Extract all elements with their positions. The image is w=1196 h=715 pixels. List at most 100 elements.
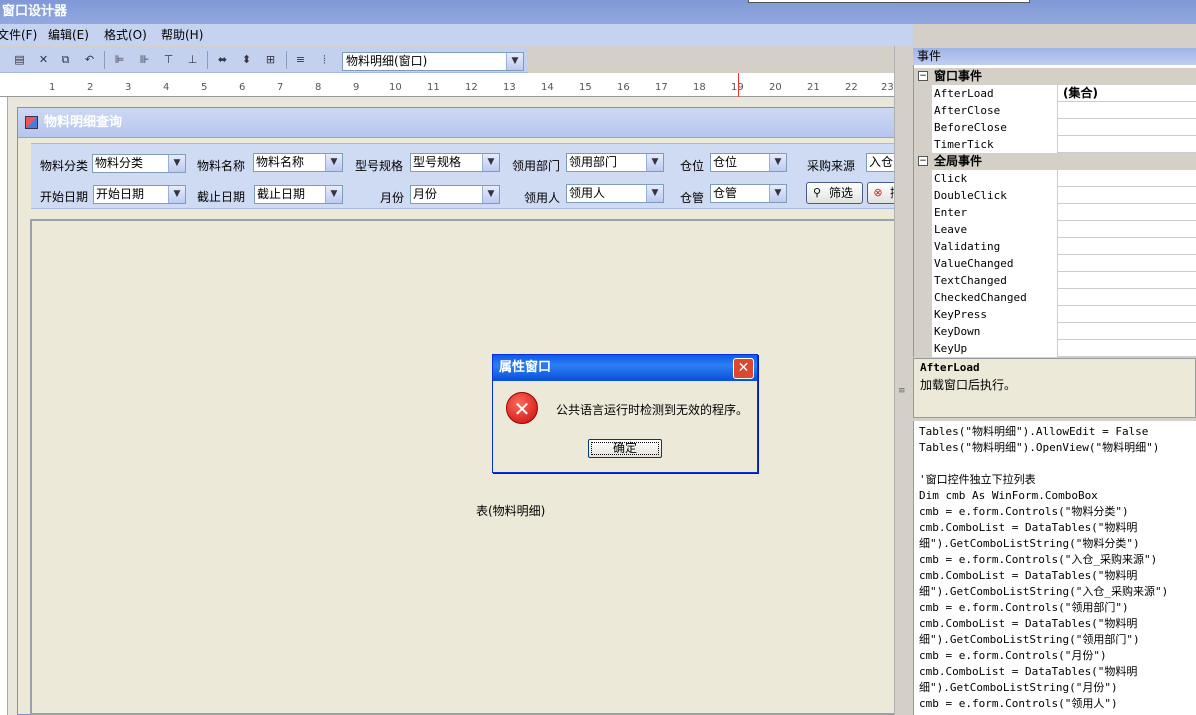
event-value[interactable] — [1059, 170, 1196, 187]
event-row-afterload[interactable]: AfterLoad (集合) — [914, 85, 1196, 102]
menu-format[interactable]: 格式(O) — [104, 24, 147, 46]
event-row-keyup[interactable]: KeyUp — [914, 340, 1196, 357]
combo-month[interactable]: 月份 ▼ — [410, 185, 500, 204]
combo-location[interactable]: 仓位 ▼ — [710, 153, 787, 172]
label-purchase-source: 采购来源 — [807, 159, 856, 173]
combo-recipient[interactable]: 领用人 ▼ — [566, 184, 664, 203]
data-grid[interactable] — [30, 219, 894, 715]
ruler-mark: 14 — [541, 82, 554, 93]
chevron-down-icon[interactable]: ▼ — [168, 155, 185, 172]
vertical-spacing-icon[interactable]: ≡ — [293, 52, 308, 67]
ruler-mark: 9 — [353, 82, 360, 93]
event-row-checkedchanged[interactable]: CheckedChanged — [914, 289, 1196, 306]
category-window-events[interactable]: − 窗口事件 — [914, 68, 1196, 85]
select-icon[interactable]: ▤ — [12, 52, 27, 67]
event-row-doubleclick[interactable]: DoubleClick — [914, 187, 1196, 204]
event-description-title: AfterLoad — [920, 361, 980, 374]
combo-end-date[interactable]: 截止日期 ▼ — [254, 185, 343, 204]
align-bottom-icon[interactable]: ⊥ — [185, 52, 200, 67]
event-row-timertick[interactable]: TimerTick — [914, 136, 1196, 153]
chevron-down-icon[interactable]: ▼ — [482, 154, 499, 171]
combo-purchase-source[interactable]: 入仓 — [866, 153, 894, 172]
ruler-mark: 23 — [881, 82, 894, 93]
combo-location-value: 仓位 — [713, 155, 738, 169]
collapse-icon[interactable]: − — [918, 156, 928, 166]
event-row-keydown[interactable]: KeyDown — [914, 323, 1196, 340]
combo-keeper[interactable]: 仓管 ▼ — [710, 184, 787, 203]
combo-recipient-value: 领用人 — [569, 186, 606, 200]
combo-material-name[interactable]: 物料名称 ▼ — [253, 153, 343, 172]
same-height-icon[interactable]: ⬍ — [239, 52, 254, 67]
chevron-down-icon[interactable]: ▼ — [769, 185, 786, 202]
splitter-grip-icon[interactable]: ≡ — [898, 386, 906, 398]
same-size-icon[interactable]: ⊞ — [263, 52, 278, 67]
combo-start-date[interactable]: 开始日期 ▼ — [93, 185, 186, 204]
chevron-down-icon[interactable]: ▼ — [168, 186, 185, 203]
event-value[interactable]: (集合) — [1059, 85, 1196, 102]
horizontal-spacing-icon[interactable]: ⦙ — [317, 52, 332, 67]
event-row-valuechanged[interactable]: ValueChanged — [914, 255, 1196, 272]
collapse-icon[interactable]: − — [918, 71, 928, 81]
event-name: KeyDown — [932, 323, 1058, 340]
close-icon[interactable]: ✕ — [733, 358, 754, 379]
event-value[interactable] — [1059, 136, 1196, 153]
event-value[interactable] — [1059, 204, 1196, 221]
chevron-down-icon[interactable]: ▼ — [646, 154, 663, 171]
combo-department[interactable]: 领用部门 ▼ — [566, 153, 664, 172]
combo-model[interactable]: 型号规格 ▼ — [410, 153, 500, 172]
label-start-date: 开始日期 — [40, 190, 89, 204]
chevron-down-icon[interactable]: ▼ — [482, 186, 499, 203]
code-line: cmb = e.form.Controls("月份") — [919, 649, 1107, 662]
splitter[interactable] — [894, 46, 913, 715]
align-right-icon[interactable]: ⊪ — [137, 52, 152, 67]
code-editor[interactable]: Tables("物料明细").AllowEdit = False Tables(… — [913, 421, 1196, 715]
category-global-events[interactable]: − 全局事件 — [914, 153, 1196, 170]
dialog-title-bar[interactable]: 属性窗口 — [493, 355, 757, 381]
event-row-click[interactable]: Click — [914, 170, 1196, 187]
code-line: cmb = e.form.Controls("入仓_采购来源") — [919, 553, 1158, 566]
chevron-down-icon[interactable]: ▼ — [506, 53, 523, 70]
event-value[interactable] — [1059, 272, 1196, 289]
ok-button[interactable]: 确定 — [588, 439, 662, 458]
event-row-enter[interactable]: Enter — [914, 204, 1196, 221]
undo-icon[interactable]: ↶ — [82, 52, 97, 67]
event-name: ValueChanged — [932, 255, 1058, 272]
menu-file[interactable]: 文件(F) — [0, 24, 37, 46]
menu-edit[interactable]: 编辑(E) — [48, 24, 89, 46]
filter-button[interactable]: ⚲ 筛选 — [806, 182, 863, 204]
event-row-keypress[interactable]: KeyPress — [914, 306, 1196, 323]
event-row-validating[interactable]: Validating — [914, 238, 1196, 255]
event-row-beforeclose[interactable]: BeforeClose — [914, 119, 1196, 136]
event-value[interactable] — [1059, 221, 1196, 238]
event-value[interactable] — [1059, 255, 1196, 272]
event-value[interactable] — [1059, 238, 1196, 255]
label-department: 领用部门 — [512, 159, 561, 173]
menu-help[interactable]: 帮助(H) — [161, 24, 203, 46]
reset-button[interactable]: ⊗撤 — [867, 182, 894, 204]
object-selector-combo[interactable]: 物料明细(窗口) ▼ — [342, 52, 524, 71]
align-top-icon[interactable]: ⊤ — [161, 52, 176, 67]
event-value[interactable] — [1059, 119, 1196, 136]
same-width-icon[interactable]: ⬌ — [215, 52, 230, 67]
event-value[interactable] — [1059, 340, 1196, 357]
reset-icon: ⊗ — [873, 186, 883, 199]
chevron-down-icon[interactable]: ▼ — [325, 154, 342, 171]
copy-icon[interactable]: ⧉ — [58, 52, 73, 67]
cut-icon[interactable]: ✕ — [36, 52, 51, 67]
chevron-down-icon[interactable]: ▼ — [325, 186, 342, 203]
event-value[interactable] — [1059, 323, 1196, 340]
align-left-icon[interactable]: ⊫ — [112, 52, 127, 67]
event-value[interactable] — [1059, 306, 1196, 323]
chevron-down-icon[interactable]: ▼ — [769, 154, 786, 171]
event-value[interactable] — [1059, 102, 1196, 119]
event-value[interactable] — [1059, 187, 1196, 204]
event-row-textchanged[interactable]: TextChanged — [914, 272, 1196, 289]
ruler-mark: 15 — [579, 82, 592, 93]
label-recipient: 领用人 — [524, 191, 561, 205]
event-row-leave[interactable]: Leave — [914, 221, 1196, 238]
event-value[interactable] — [1059, 289, 1196, 306]
chevron-down-icon[interactable]: ▼ — [646, 185, 663, 202]
combo-category[interactable]: 物料分类 ▼ — [92, 154, 186, 173]
form-title: 物料明细查询 — [44, 115, 123, 130]
event-row-afterclose[interactable]: AfterClose — [914, 102, 1196, 119]
